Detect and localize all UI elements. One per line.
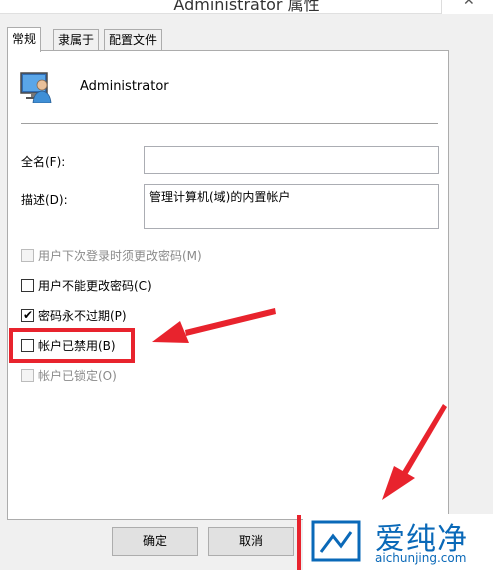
arrow-to-disabled-checkbox — [152, 308, 276, 343]
arrow-to-buttons — [382, 404, 447, 500]
cancel-button[interactable]: 取消 — [208, 527, 294, 556]
watermark: 爱纯净 aichunjing.com — [303, 514, 493, 570]
annotation-arrows — [152, 308, 447, 500]
watermark-logo-icon — [311, 520, 361, 562]
watermark-text-en: aichunjing.com — [375, 551, 467, 565]
ok-button[interactable]: 确定 — [112, 527, 198, 556]
annotation-bar — [297, 515, 301, 570]
tab-general[interactable]: 常规 — [7, 27, 42, 52]
